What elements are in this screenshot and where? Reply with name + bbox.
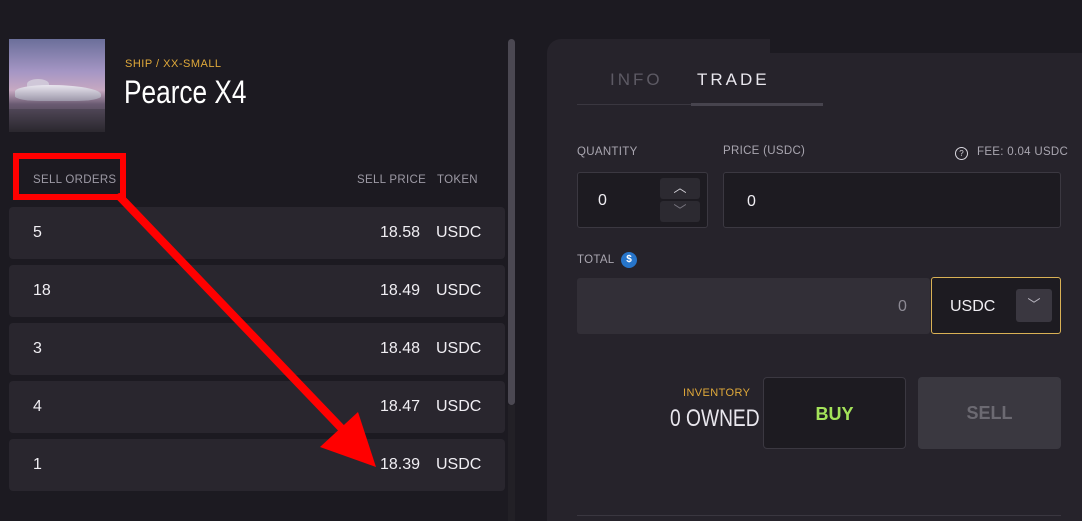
price-input[interactable] (723, 172, 1061, 228)
annotation-highlight-box (13, 153, 126, 200)
order-quantity: 3 (33, 340, 42, 357)
order-token: USDC (436, 340, 482, 357)
order-token: USDC (436, 456, 482, 473)
order-quantity: 18 (33, 282, 51, 299)
currency-selected: USDC (950, 298, 996, 315)
help-icon[interactable]: ? (955, 147, 968, 160)
sell-price-header[interactable]: SELL PRICE (357, 174, 426, 186)
order-price: 18.58 (379, 224, 420, 241)
ship-thumbnail (9, 39, 105, 132)
sell-order-row[interactable]: 4 18.47 USDC (9, 381, 505, 433)
order-quantity: 5 (33, 224, 42, 241)
sell-order-row[interactable]: 3 18.48 USDC (9, 323, 505, 375)
sell-order-row[interactable]: 18 18.49 USDC (9, 265, 505, 317)
sell-order-row[interactable]: 5 18.58 USDC (9, 207, 505, 259)
token-header[interactable]: TOKEN (437, 174, 478, 186)
tab-active-indicator (691, 103, 823, 106)
item-category: SHIP / XX-SMALL (125, 58, 222, 70)
panel-notch (770, 39, 1082, 53)
inventory-owned: 0 OWNED (670, 405, 760, 432)
total-label: TOTAL (577, 254, 615, 266)
buy-button[interactable]: BUY (763, 377, 906, 449)
inventory-label: INVENTORY (683, 387, 751, 399)
scrollbar-thumb[interactable] (508, 39, 515, 405)
order-quantity: 1 (33, 456, 42, 473)
chevron-up-icon: ︿ (673, 181, 687, 196)
fee-text: FEE: 0.04 USDC (977, 146, 1069, 158)
panel-divider (577, 515, 1061, 516)
order-token: USDC (436, 224, 482, 241)
price-label: PRICE (USDC) (723, 145, 806, 157)
chevron-down-icon: ﹀ (673, 204, 687, 219)
order-price: 18.49 (379, 282, 420, 299)
item-title: Pearce X4 (124, 74, 247, 110)
tab-trade[interactable]: TRADE (697, 70, 770, 90)
quantity-label: QUANTITY (577, 146, 638, 158)
sell-button[interactable]: SELL (918, 377, 1061, 449)
decrement-button[interactable]: ﹀ (660, 201, 700, 222)
total-field (577, 278, 930, 334)
order-price: 18.48 (379, 340, 420, 357)
quantity-value: 0 (598, 192, 607, 209)
usdc-icon: $ (621, 252, 637, 268)
price-value: 0 (747, 193, 756, 210)
order-token: USDC (436, 398, 482, 415)
chevron-down-icon[interactable]: ﹀ (1016, 289, 1052, 322)
increment-button[interactable]: ︿ (660, 178, 700, 199)
sell-order-row[interactable]: 1 18.39 USDC (9, 439, 505, 491)
order-price: 18.47 (379, 398, 420, 415)
tab-info[interactable]: INFO (610, 70, 663, 90)
order-token: USDC (436, 282, 482, 299)
order-quantity: 4 (33, 398, 42, 415)
order-price: 18.39 (379, 456, 420, 473)
total-value: 0 (898, 298, 907, 315)
scrollbar-track[interactable] (508, 405, 515, 521)
